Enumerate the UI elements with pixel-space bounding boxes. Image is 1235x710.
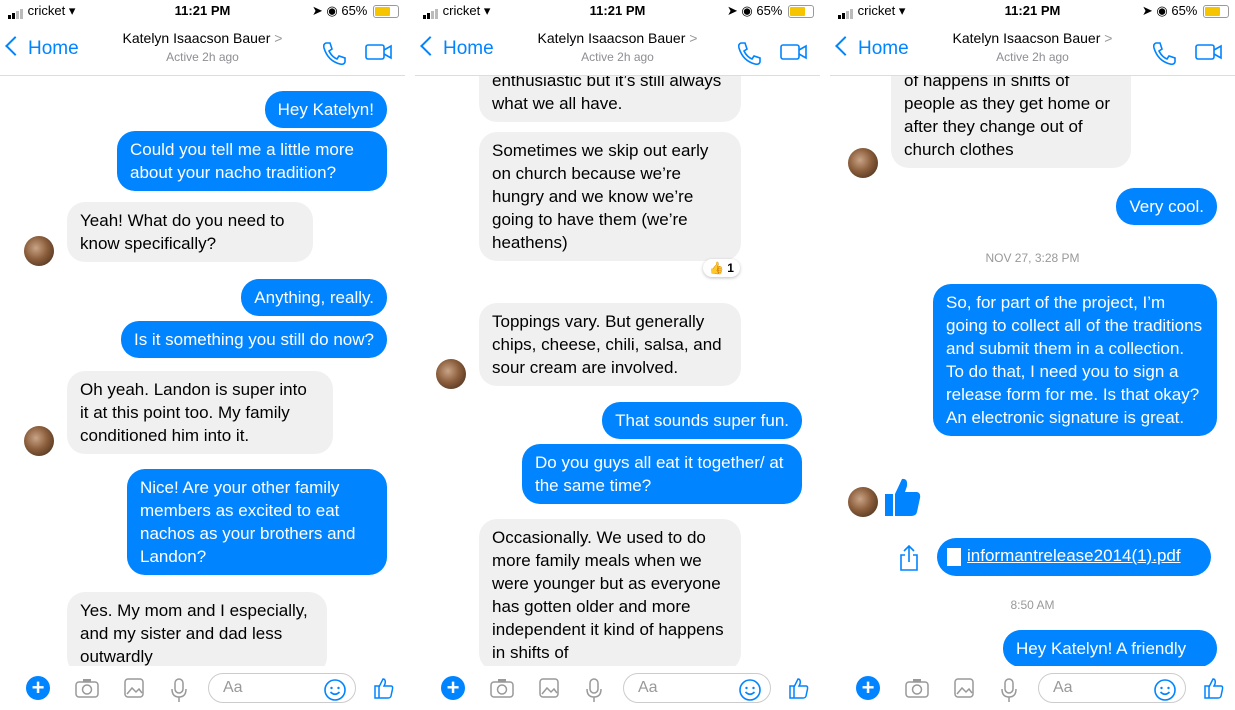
location-icon: ➤: [726, 3, 738, 18]
contact-name-text: Katelyn Isaacson Bauer: [537, 30, 686, 46]
camera-icon[interactable]: [904, 677, 930, 699]
status-bar: cricket ▾ 11:21 PM ➤ ◉ 65%: [0, 0, 405, 20]
camera-icon[interactable]: [74, 677, 100, 699]
composer-bar: + Aa: [0, 666, 405, 710]
plus-icon[interactable]: +: [26, 676, 50, 700]
message-bubble-outgoing[interactable]: Anything, really.: [241, 279, 387, 316]
smiley-icon[interactable]: [1153, 678, 1177, 702]
video-icon[interactable]: [1194, 40, 1224, 64]
message-bubble-outgoing[interactable]: That sounds super fun.: [602, 402, 802, 439]
message-bubble-outgoing[interactable]: Hey Katelyn!: [264, 91, 387, 128]
document-icon: [947, 548, 961, 566]
message-bubble-outgoing[interactable]: Is it something you still do now?: [120, 321, 387, 358]
camera-icon[interactable]: [489, 677, 515, 699]
image-icon[interactable]: [123, 677, 145, 699]
battery-percent: 65%: [1171, 3, 1198, 18]
plus-icon[interactable]: +: [856, 676, 880, 700]
chat-panel-1: cricket ▾ 11:21 PM ➤ ◉ 65% Home Katelyn …: [0, 0, 405, 710]
message-bubble-incoming[interactable]: Sometimes we skip out early on church be…: [479, 132, 741, 261]
battery-percent: 65%: [756, 3, 783, 18]
timestamp: 8:50 AM: [1010, 598, 1055, 612]
contact-chevron: >: [274, 30, 283, 46]
status-bar: cricket ▾ 11:21 PM ➤ ◉ 65%: [415, 0, 820, 20]
avatar[interactable]: [24, 426, 54, 456]
message-bubble-outgoing[interactable]: Very cool.: [1116, 188, 1217, 225]
message-bubble-incoming[interactable]: Yeah! What do you need to know specifica…: [67, 202, 313, 262]
composer-bar: + Aa: [415, 666, 820, 710]
battery-icon: [1203, 5, 1229, 19]
message-list[interactable]: Hey Katelyn! Could you tell me a little …: [0, 76, 405, 666]
avatar[interactable]: [848, 487, 878, 517]
chat-panel-3: cricket ▾ 11:21 PM ➤ ◉ 65% Home Katelyn …: [830, 0, 1235, 710]
reaction-count: 1: [727, 261, 734, 275]
alarm-icon: ◉: [326, 3, 338, 18]
message-bubble-outgoing[interactable]: Hey Katelyn! A friendly: [1003, 630, 1217, 666]
plus-icon[interactable]: +: [441, 676, 465, 700]
status-bar: cricket ▾ 11:21 PM ➤ ◉ 65%: [830, 0, 1235, 20]
message-bubble-incoming[interactable]: of happens in shifts of people as they g…: [891, 76, 1131, 168]
reaction-badge[interactable]: 👍 1: [703, 259, 740, 277]
phone-icon[interactable]: [320, 40, 348, 66]
thumbs-up-icon: 👍: [709, 261, 724, 275]
image-icon[interactable]: [953, 677, 975, 699]
contact-name-text: Katelyn Isaacson Bauer: [952, 30, 1101, 46]
message-list[interactable]: of happens in shifts of people as they g…: [830, 76, 1235, 666]
phone-icon[interactable]: [735, 40, 763, 66]
composer-bar: + Aa: [830, 666, 1235, 710]
message-bubble-outgoing[interactable]: So, for part of the project, I’m going t…: [933, 284, 1217, 436]
thumbs-up-icon[interactable]: [883, 476, 921, 518]
message-bubble-outgoing[interactable]: Could you tell me a little more about yo…: [117, 131, 387, 191]
battery-icon: [373, 5, 399, 19]
contact-chevron: >: [1104, 30, 1113, 46]
location-icon: ➤: [1141, 3, 1153, 18]
alarm-icon: ◉: [1156, 3, 1168, 18]
message-bubble-outgoing[interactable]: Nice! Are your other family members as e…: [127, 469, 387, 575]
location-icon: ➤: [311, 3, 323, 18]
thumbs-up-icon[interactable]: [1202, 676, 1226, 700]
alarm-icon: ◉: [741, 3, 753, 18]
message-bubble-outgoing[interactable]: Do you guys all eat it together/ at the …: [522, 444, 802, 504]
avatar[interactable]: [436, 359, 466, 389]
avatar[interactable]: [848, 148, 878, 178]
avatar[interactable]: [24, 236, 54, 266]
message-bubble-incoming[interactable]: Occasionally. We used to do more family …: [479, 519, 741, 666]
thumbs-up-icon[interactable]: [787, 676, 811, 700]
message-bubble-incoming[interactable]: enthusiastic but it’s still always what …: [479, 76, 741, 122]
phone-icon[interactable]: [1150, 40, 1178, 66]
attachment-file[interactable]: informantrelease2014(1).pdf: [937, 538, 1211, 576]
message-list[interactable]: enthusiastic but it’s still always what …: [415, 76, 820, 666]
contact-name-text: Katelyn Isaacson Bauer: [122, 30, 271, 46]
message-bubble-incoming[interactable]: Oh yeah. Landon is super into it at this…: [67, 371, 333, 454]
chat-header: Home Katelyn Isaacson Bauer > Active 2h …: [415, 20, 820, 76]
image-icon[interactable]: [538, 677, 560, 699]
message-bubble-incoming[interactable]: Toppings vary. But generally chips, chee…: [479, 303, 741, 386]
attachment-filename[interactable]: informantrelease2014(1).pdf: [967, 546, 1181, 566]
smiley-icon[interactable]: [323, 678, 347, 702]
message-bubble-incoming[interactable]: Yes. My mom and I especially, and my sis…: [67, 592, 327, 666]
microphone-icon[interactable]: [170, 677, 188, 703]
contact-chevron: >: [689, 30, 698, 46]
microphone-icon[interactable]: [1000, 677, 1018, 703]
timestamp: NOV 27, 3:28 PM: [985, 251, 1080, 265]
battery-percent: 65%: [341, 3, 368, 18]
share-icon[interactable]: [898, 544, 920, 572]
chat-header: Home Katelyn Isaacson Bauer > Active 2h …: [0, 20, 405, 76]
thumbs-up-icon[interactable]: [372, 676, 396, 700]
chat-header: Home Katelyn Isaacson Bauer > Active 2h …: [830, 20, 1235, 76]
chat-panel-2: cricket ▾ 11:21 PM ➤ ◉ 65% Home Katelyn …: [415, 0, 820, 710]
video-icon[interactable]: [364, 40, 394, 64]
smiley-icon[interactable]: [738, 678, 762, 702]
microphone-icon[interactable]: [585, 677, 603, 703]
battery-icon: [788, 5, 814, 19]
video-icon[interactable]: [779, 40, 809, 64]
